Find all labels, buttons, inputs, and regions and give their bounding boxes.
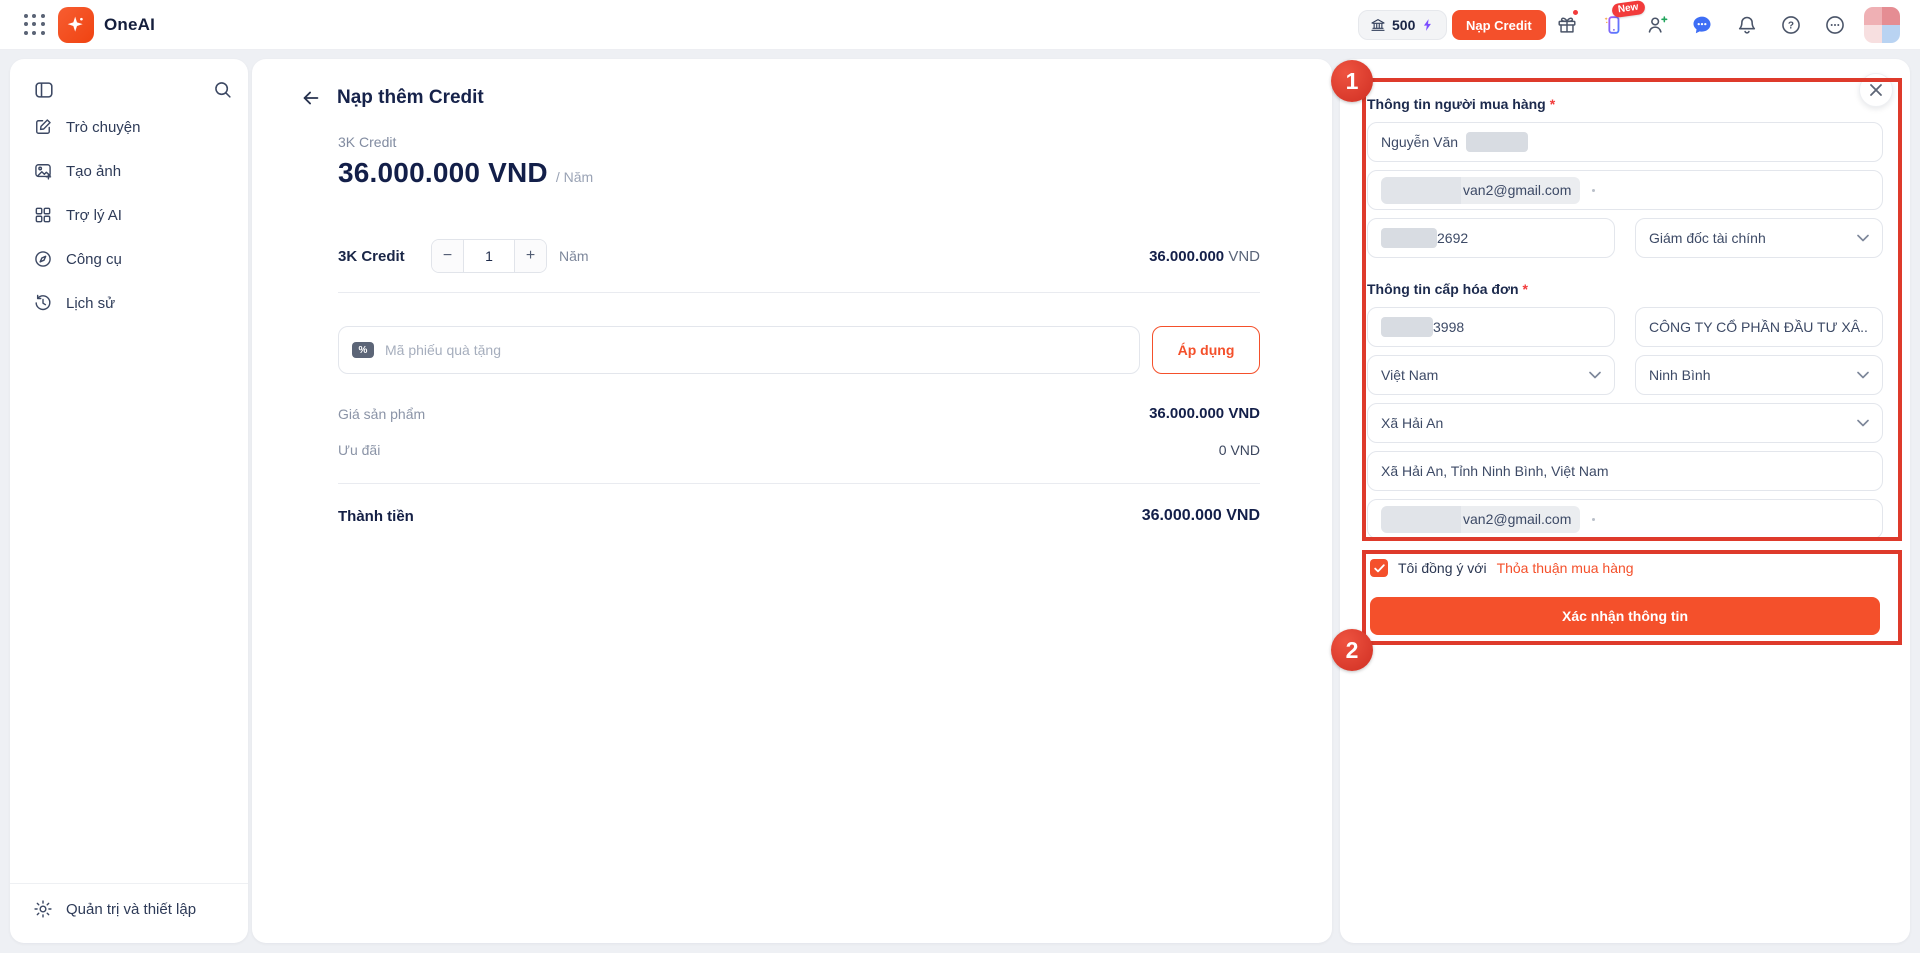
sidebar-item-label: Công cụ: [66, 250, 122, 268]
invite-user-icon[interactable]: [1646, 14, 1668, 36]
sidebar-item-tools[interactable]: Công cụ: [10, 239, 248, 279]
sidebar-item-history[interactable]: Lịch sử: [10, 283, 248, 323]
apply-voucher-button[interactable]: Áp dụng: [1152, 326, 1260, 374]
product-price-value: 36.000.000 VND: [1149, 405, 1260, 422]
price-period: / Năm: [555, 169, 594, 185]
app-grid-menu-icon[interactable]: [24, 14, 46, 36]
line-amount-currency: VND: [1228, 247, 1260, 265]
total-label: Thành tiền: [338, 507, 414, 525]
search-icon[interactable]: [212, 79, 234, 101]
quantity-plan-label: 3K Credit: [338, 247, 405, 265]
annotation-rect-step2: [1362, 550, 1902, 645]
annotation-badge-1: 1: [1331, 60, 1373, 102]
bank-icon: [1371, 19, 1385, 31]
product-price-label: Giá sản phẩm: [338, 405, 426, 422]
sidebar-item-chat[interactable]: Trò chuyện: [10, 107, 248, 147]
grid-2x2-icon: [35, 207, 51, 223]
sidebar-item-label: Lịch sử: [66, 294, 116, 312]
compose-icon: [36, 119, 51, 134]
total-row: Thành tiền 36.000.000 VND: [338, 507, 1260, 525]
back-arrow-icon[interactable]: [300, 87, 322, 109]
oneai-logo-icon[interactable]: [58, 7, 94, 43]
gear-icon: [34, 900, 52, 918]
divider: [338, 292, 1260, 293]
annotation-badge-2: 2: [1331, 629, 1373, 671]
sidebar-item-label: Trợ lý AI: [66, 206, 122, 224]
notifications-bell-icon[interactable]: [1736, 14, 1758, 36]
discount-value: 0 VND: [1218, 442, 1260, 458]
sidebar-item-image-gen[interactable]: Tạo ảnh: [10, 151, 248, 191]
price-value: 36.000.000 VND: [338, 157, 548, 188]
history-clock-icon: [35, 294, 51, 311]
gift-notification-dot: [1572, 9, 1579, 16]
app-name: OneAI: [104, 15, 156, 34]
top-header: OneAI 500 Nạp Credit New ?: [0, 0, 1920, 50]
gift-icon[interactable]: [1556, 14, 1578, 36]
user-avatar[interactable]: [1864, 7, 1900, 43]
sidebar-collapse-icon[interactable]: [33, 79, 55, 101]
whats-new-phone-icon[interactable]: [1602, 14, 1624, 36]
sidebar-item-label: Trò chuyện: [66, 118, 141, 136]
page-title: Nạp thêm Credit: [337, 87, 484, 108]
sidebar: Trò chuyện Tạo ảnh Trợ lý AI Công cụ Lịc…: [10, 59, 248, 943]
sidebar-divider: [10, 883, 248, 884]
voucher-ticket-icon: %: [352, 342, 374, 358]
voucher-code-input[interactable]: [338, 326, 1140, 374]
plan-name-label: 3K Credit: [338, 134, 397, 150]
bolt-icon: [1424, 19, 1432, 31]
svg-text:?: ?: [1788, 21, 1794, 32]
sidebar-item-admin-settings[interactable]: Quản trị và thiết lập: [33, 899, 196, 919]
divider: [338, 483, 1260, 484]
sidebar-item-ai-assistant[interactable]: Trợ lý AI: [10, 195, 248, 235]
line-amount-value: 36.000.000: [1149, 247, 1225, 265]
total-value: 36.000.000 VND: [1141, 507, 1260, 524]
quantity-minus-button[interactable]: −: [432, 240, 463, 272]
sidebar-footer-label: Quản trị và thiết lập: [66, 900, 197, 918]
help-icon[interactable]: ?: [1780, 14, 1802, 36]
quantity-row: 3K Credit − 1 + Năm 36.000.000 VND: [338, 239, 1260, 273]
topup-main-panel: Nạp thêm Credit 3K Credit 36.000.000 VND…: [252, 59, 1332, 943]
compass-icon: [35, 251, 51, 267]
image-plus-icon: [35, 164, 52, 180]
quantity-stepper: − 1 +: [431, 239, 547, 273]
quantity-plus-button[interactable]: +: [515, 240, 546, 272]
credit-balance-value: 500: [1392, 17, 1416, 33]
voucher-row: % Áp dụng: [338, 326, 1260, 374]
annotation-rect-step1: [1362, 78, 1902, 541]
product-price-row: Giá sản phẩm 36.000.000 VND: [338, 405, 1260, 422]
plan-price: 36.000.000 VND / Năm: [338, 157, 593, 189]
discount-row: Ưu đãi 0 VND: [338, 442, 1260, 458]
line-amount: 36.000.000 VND: [1149, 248, 1260, 265]
quantity-unit: Năm: [559, 248, 589, 264]
quantity-value[interactable]: 1: [463, 240, 515, 272]
credit-balance-pill[interactable]: 500: [1358, 10, 1448, 40]
discount-label: Ưu đãi: [338, 442, 381, 458]
chat-support-icon[interactable]: [1691, 14, 1713, 36]
new-badge: New: [1611, 0, 1646, 19]
topup-credit-button[interactable]: Nạp Credit: [1452, 10, 1546, 40]
sidebar-item-label: Tạo ảnh: [66, 162, 122, 180]
more-options-icon[interactable]: [1824, 14, 1846, 36]
voucher-input-wrapper: %: [338, 326, 1140, 374]
